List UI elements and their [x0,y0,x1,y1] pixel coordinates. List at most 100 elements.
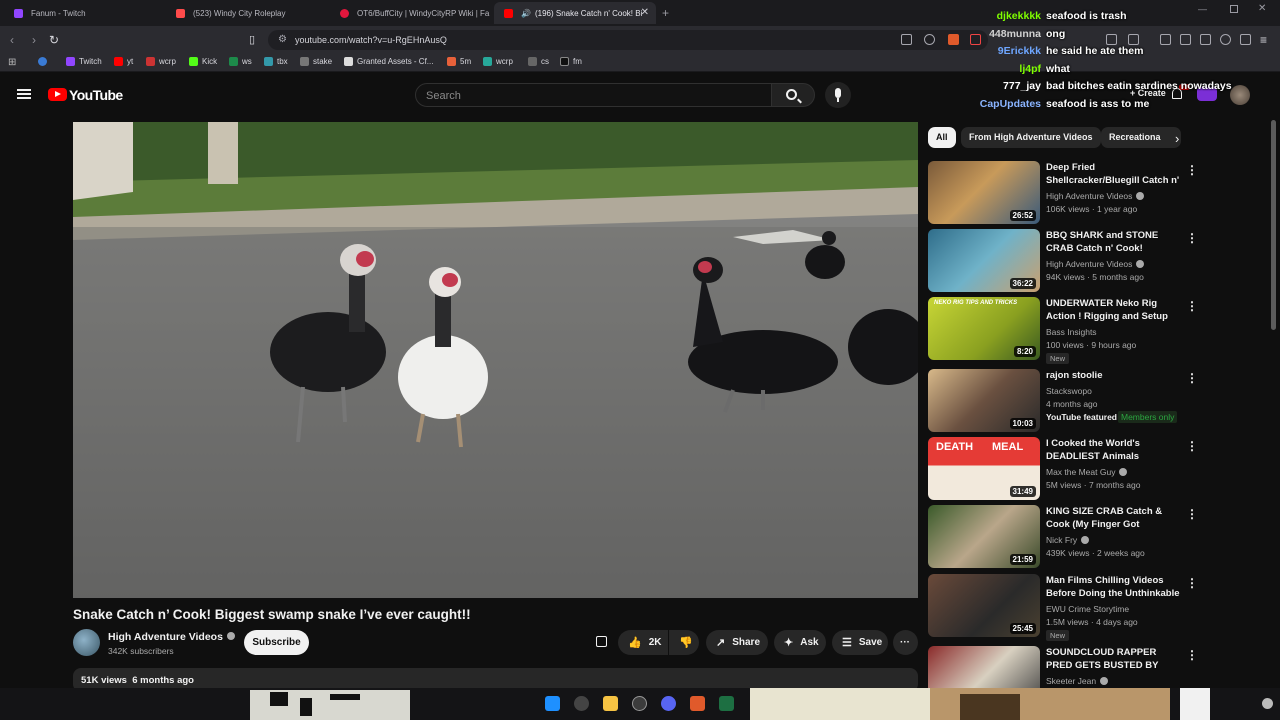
chat-message: CapUpdates seafood is ass to me [966,96,1266,114]
channel-name[interactable]: Nick Fry [1046,535,1090,545]
bookmark-twitch[interactable]: Twitch [66,57,102,66]
video-thumbnail[interactable]: NEKO RIG TIPS AND TRICKS 8:20 [928,297,1040,360]
video-title[interactable]: I Cooked the World's DEADLIEST Animals [1046,437,1184,463]
video-title[interactable]: SOUNDCLOUD RAPPER PRED GETS BUSTED BY SA… [1046,646,1184,673]
address-bar[interactable]: ⚙ youtube.com/watch?v=u-RgEHnAusQ [268,30,988,50]
search-input[interactable]: Search [415,83,772,107]
channel-name[interactable]: High Adventure Videos [1046,259,1145,269]
back-icon[interactable]: ‹ [10,33,14,47]
video-thumbnail[interactable]: 36:22 [928,229,1040,292]
chip-recreational[interactable]: Recreationa [1101,127,1181,148]
channel-name[interactable]: High Adventure Videos [1046,191,1145,201]
close-tab-icon[interactable]: ✕ [641,7,649,18]
bookmark-fm[interactable]: fm [560,57,582,66]
bookmark-tbx[interactable]: tbx [264,57,288,66]
recommended-video[interactable]: NEKO RIG TIPS AND TRICKS 8:20 UNDERWATER N… [928,297,1208,364]
file-explorer-icon[interactable] [603,696,618,711]
system-tray-icon[interactable] [1262,698,1273,709]
video-title[interactable]: KING SIZE CRAB Catch & Cook (My Finger G… [1046,505,1184,532]
more-options-icon[interactable]: ⋮ [1186,439,1198,453]
youtube-wordmark[interactable]: YouTube [69,87,123,103]
subscribe-button[interactable]: Subscribe [244,630,309,655]
channel-name[interactable]: Bass Insights [1046,327,1097,337]
bookmark-granted-assets[interactable]: Granted Assets - Cf... [344,57,433,66]
channel-name[interactable]: Stackswopo [1046,386,1092,396]
ask-button[interactable]: ✦ Ask [774,630,826,655]
recommended-video[interactable]: 25:45 Man Films Chilling Videos Before Do… [928,574,1208,641]
chip-all[interactable]: All [928,127,956,148]
tab-windy-city-roleplay[interactable]: (523) Windy City Roleplay [166,2,326,24]
channel-name[interactable]: High Adventure Videos [108,631,235,643]
more-options-icon[interactable]: ⋮ [1186,371,1198,385]
recommended-video[interactable]: 36:22 BBQ SHARK and STONE CRAB Catch n' C… [928,229,1208,293]
channel-name[interactable]: Max the Meat Guy [1046,467,1128,477]
bookmark-kick[interactable]: Kick [189,57,217,66]
video-thumbnail[interactable]: 10:03 [928,369,1040,432]
windows-start-icon[interactable] [545,696,560,711]
channel-name[interactable]: EWU Crime Storytime [1046,604,1129,614]
clip-icon[interactable] [596,636,607,647]
channel-avatar[interactable] [73,629,100,656]
dislike-button[interactable]: 👎 [669,630,699,655]
more-options-icon[interactable]: ⋮ [1186,299,1198,313]
bookmark-ws[interactable]: ws [229,57,252,66]
bookmark-item[interactable] [38,57,51,66]
video-thumbnail[interactable]: 25:45 [928,574,1040,637]
like-button[interactable]: 👍 2K [618,630,668,655]
brave-browser-icon[interactable] [690,696,705,711]
save-button[interactable]: ☰ Save [832,630,888,655]
share-page-icon[interactable] [924,34,935,45]
tab-windycityrp-wiki[interactable]: OT6/BuffCity | WindyCityRP Wiki | Fa [330,2,490,24]
chip-from-channel[interactable]: From High Adventure Videos [961,127,1101,148]
speaker-icon[interactable]: 🔊 [521,9,531,18]
more-options-icon[interactable]: ⋮ [1186,648,1198,662]
video-title[interactable]: BBQ SHARK and STONE CRAB Catch n' Cook! [1046,229,1184,255]
voice-search-icon[interactable] [825,82,851,108]
search-button[interactable] [771,83,815,107]
obs-icon[interactable] [632,696,647,711]
bookmark-wcrp[interactable]: wcrp [146,57,176,66]
new-tab-button[interactable]: + [662,6,669,20]
tab-snake-catch-n-cook[interactable]: 🔊 (196) Snake Catch n' Cook! Bi ✕ [494,2,656,24]
page-scrollbar[interactable] [1271,120,1276,330]
hamburger-menu-icon[interactable] [17,89,31,99]
more-options-icon[interactable]: ⋮ [1186,576,1198,590]
recommended-video[interactable]: 21:59 KING SIZE CRAB Catch & Cook (My Fin… [928,505,1208,569]
tab-fanum-twitch[interactable]: Fanum - Twitch [4,2,162,24]
video-title[interactable]: Deep Fried Shellcracker/Bluegill Catch n… [1046,161,1184,188]
excel-icon[interactable] [719,696,734,711]
video-title[interactable]: Man Films Chilling Videos Before Doing t… [1046,574,1184,600]
more-options-icon[interactable]: ⋮ [1186,163,1198,177]
recommended-video[interactable]: 26:52 Deep Fried Shellcracker/Bluegill Ca… [928,161,1208,225]
reload-icon[interactable]: ↻ [49,33,59,47]
more-actions-button[interactable]: ··· [893,630,918,655]
apps-grid-icon[interactable]: ⊞ [8,57,16,68]
recommended-video[interactable]: 10:03 rajon stoolie Stackswopo 4 months ago… [928,369,1208,433]
video-thumbnail[interactable]: 26:52 [928,161,1040,224]
bookmark-icon[interactable]: ▯ [249,33,255,46]
brave-shields-icon[interactable] [948,34,959,45]
video-title[interactable]: UNDERWATER Neko Rig Action ! Rigging and… [1046,297,1184,324]
bookmark-stake[interactable]: stake [300,57,332,66]
forward-icon[interactable]: › [32,33,36,47]
bookmark-5m[interactable]: 5m [447,57,471,66]
share-button[interactable]: ↗ Share [706,630,768,655]
bookmark-yt[interactable]: yt [114,57,133,66]
channel-name[interactable]: Skeeter Jean [1046,676,1109,686]
more-options-icon[interactable]: ⋮ [1186,231,1198,245]
cast-icon[interactable] [901,34,912,45]
youtube-logo-icon[interactable] [48,88,67,101]
bookmark-cs[interactable]: cs [528,57,549,66]
chevron-right-icon[interactable]: › [1175,131,1179,146]
search-taskbar-icon[interactable] [574,696,589,711]
site-settings-icon[interactable]: ⚙ [278,34,287,45]
video-title[interactable]: rajon stoolie [1046,369,1184,382]
recommended-video[interactable]: DEATH MEAL 31:49 I Cooked the World's DEADL… [928,437,1208,501]
bookmark-wcrp-2[interactable]: wcrp [483,57,513,66]
discord-icon[interactable] [661,696,676,711]
video-player[interactable] [73,122,918,598]
share-icon: ↗ [716,637,726,649]
video-thumbnail[interactable]: DEATH MEAL 31:49 [928,437,1040,500]
more-options-icon[interactable]: ⋮ [1186,507,1198,521]
video-thumbnail[interactable]: 21:59 [928,505,1040,568]
